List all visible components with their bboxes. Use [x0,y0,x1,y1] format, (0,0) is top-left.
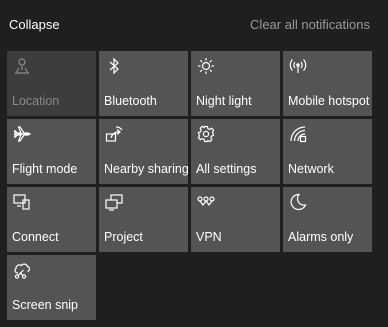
action-center-header: Collapse Clear all notifications [0,0,388,50]
tile-bluetooth[interactable]: Bluetooth [99,51,188,116]
tile-project[interactable]: Project [99,187,188,252]
screen-snip-icon [12,260,32,280]
tile-all-settings[interactable]: All settings [191,119,280,184]
tile-label: Project [104,230,143,244]
tile-label: Screen snip [12,298,79,312]
tile-label: Flight mode [12,162,78,176]
share-icon [104,124,124,144]
tile-night-light[interactable]: Night light [191,51,280,116]
location-icon [12,56,32,76]
brightness-icon [196,56,216,76]
tile-label: Connect [12,230,59,244]
tile-label: Alarms only [288,230,354,244]
tile-label: All settings [196,162,257,176]
tile-vpn[interactable]: VPN [191,187,280,252]
tile-network[interactable]: Network [283,119,372,184]
connect-icon [12,192,32,212]
tile-label: Mobile hotspot [288,94,370,108]
clear-all-notifications-button[interactable]: Clear all notifications [250,17,370,32]
quick-actions-grid: Location Bluetooth Night light Mobile ho… [7,51,372,320]
project-icon [104,192,124,212]
tile-mobile-hotspot[interactable]: Mobile hotspot [283,51,372,116]
tile-label: Bluetooth [104,94,157,108]
airplane-icon [12,124,32,144]
bluetooth-icon [104,56,124,76]
tile-location[interactable]: Location [7,51,96,116]
tile-label: Network [288,162,334,176]
tile-label: Night light [196,94,252,108]
moon-icon [288,192,308,212]
vpn-icon [196,192,216,212]
tile-connect[interactable]: Connect [7,187,96,252]
tile-label: Nearby sharing [104,162,188,176]
network-icon [288,124,308,144]
tile-label: VPN [196,230,222,244]
tile-alarms-only[interactable]: Alarms only [283,187,372,252]
gear-icon [196,124,216,144]
hotspot-icon [288,56,308,76]
tile-label: Location [12,94,60,108]
tile-screen-snip[interactable]: Screen snip [7,255,96,320]
collapse-button[interactable]: Collapse [9,17,60,32]
tile-nearby-sharing[interactable]: Nearby sharing [99,119,188,184]
tile-flight-mode[interactable]: Flight mode [7,119,96,184]
